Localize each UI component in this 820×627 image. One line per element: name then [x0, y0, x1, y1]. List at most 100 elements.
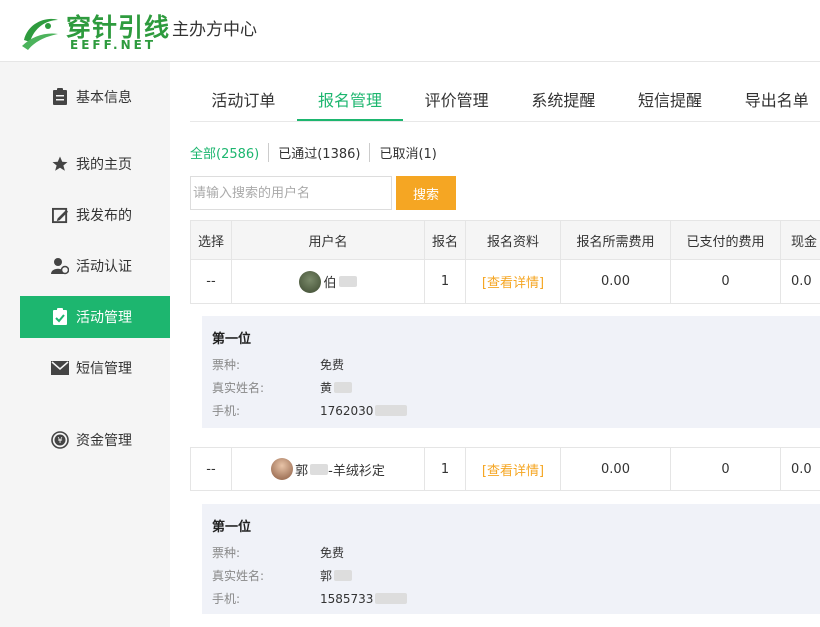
detail-value: 郭 — [320, 569, 333, 583]
star-icon — [50, 154, 70, 174]
redacted-mask — [338, 276, 357, 287]
sidebar-item-label: 活动管理 — [76, 310, 132, 326]
sidebar-item-label: 资金管理 — [76, 433, 132, 449]
column-header-username: 用户名 — [232, 221, 425, 259]
tab-bar: 活动订单 报名管理 评价管理 系统提醒 短信提醒 导出名单 — [190, 82, 820, 122]
table-row: -- 伯 1 [查看详情] 0.00 0 0.0 — [190, 260, 820, 304]
count-cell: 1 — [425, 260, 466, 303]
search-button[interactable]: 搜索 — [396, 176, 456, 210]
username-prefix: 郭 — [295, 463, 309, 479]
detail-ticket: 票种: 免费 — [212, 353, 820, 376]
paid-fee-cell: 0 — [671, 448, 781, 490]
required-fee-cell: 0.00 — [561, 448, 671, 490]
detail-label: 真实姓名: — [212, 381, 265, 395]
detail-value: 1762030 — [320, 403, 374, 418]
detail-title: 第一位 — [212, 332, 252, 347]
user-verify-icon — [50, 256, 70, 276]
tab-registration-manage[interactable]: 报名管理 — [296, 82, 404, 121]
svg-text:¥: ¥ — [57, 436, 62, 445]
clipboard-check-icon — [50, 307, 70, 327]
sidebar-item-label: 基本信息 — [76, 90, 132, 106]
view-details-link[interactable]: [查看详情] — [482, 272, 544, 291]
column-header-paid-fee: 已支付的费用 — [671, 221, 781, 259]
table-row: -- 郭 -羊绒衫定 1 [查看详情] 0.00 0 0.0 — [190, 447, 820, 491]
select-cell[interactable]: -- — [190, 448, 232, 490]
username: 伯 — [323, 276, 337, 291]
paid-fee-cell: 0 — [671, 260, 781, 303]
redacted-mask — [334, 570, 353, 581]
tab-system-reminder[interactable]: 系统提醒 — [510, 82, 617, 121]
sidebar-item-label: 活动认证 — [76, 259, 132, 275]
detail-label: 真实姓名: — [212, 569, 265, 583]
detail-label: 手机: — [212, 404, 241, 418]
registrant-detail: 第一位 票种: 免费 真实姓名: 黄 手机: 1762030 — [202, 316, 820, 428]
search-input[interactable] — [190, 176, 392, 210]
view-details-link[interactable]: [查看详情] — [482, 460, 544, 479]
select-cell[interactable]: -- — [190, 260, 232, 303]
sidebar-item-activity-manage[interactable]: 活动管理 — [20, 296, 178, 338]
sidebar-item-activity-verify[interactable]: 活动认证 — [20, 245, 170, 287]
column-header-required-fee: 报名所需费用 — [561, 221, 671, 259]
main-content: 活动订单 报名管理 评价管理 系统提醒 短信提醒 导出名单 全部(2586) 已… — [170, 62, 820, 627]
header: 穿针引线 EEFF.NET 主办方中心 — [0, 0, 820, 62]
detail-ticket: 票种: 免费 — [212, 541, 820, 564]
count-cell: 1 — [425, 448, 466, 490]
table-header: 选择 用户名 报名 报名资料 报名所需费用 已支付的费用 现金 — [190, 220, 820, 260]
sidebar-item-funds-manage[interactable]: ¥ 资金管理 — [20, 419, 170, 461]
info-cell: [查看详情] — [466, 448, 561, 490]
avatar — [299, 270, 322, 293]
username-cell: 郭 -羊绒衫定 — [232, 448, 425, 490]
detail-phone: 手机: 1585733 — [212, 587, 820, 610]
envelope-icon — [50, 358, 70, 378]
sidebar-item-label: 短信管理 — [76, 361, 132, 377]
tab-export-list[interactable]: 导出名单 — [723, 82, 820, 121]
sidebar-item-sms-manage[interactable]: 短信管理 — [20, 347, 170, 389]
logo-subtext: EEFF.NET — [70, 38, 157, 52]
detail-title: 第一位 — [212, 520, 252, 535]
avatar — [271, 458, 294, 480]
detail-value: 免费 — [320, 358, 345, 372]
column-header-select: 选择 — [190, 221, 232, 259]
edit-icon — [50, 205, 70, 225]
sidebar-item-my-home[interactable]: 我的主页 — [20, 143, 170, 185]
username-suffix: -羊绒衫定 — [328, 463, 385, 479]
sidebar-item-my-published[interactable]: 我发布的 — [20, 194, 170, 236]
logo-icon[interactable] — [18, 10, 62, 54]
filter-approved[interactable]: 已通过(1386) — [278, 143, 371, 162]
tab-activity-orders[interactable]: 活动订单 — [190, 82, 297, 121]
detail-label: 票种: — [212, 358, 241, 372]
sidebar-item-basic-info[interactable]: 基本信息 — [20, 76, 170, 118]
sidebar-item-label: 我的主页 — [76, 157, 132, 173]
redacted-mask — [375, 405, 408, 416]
tab-review-manage[interactable]: 评价管理 — [403, 82, 510, 121]
redacted-mask — [334, 382, 353, 393]
sidebar: 基本信息 我的主页 我发布的 活动认证 活动管理 短信管理 ¥ 资金管理 — [0, 62, 178, 627]
filter-all[interactable]: 全部(2586) — [190, 143, 270, 162]
column-header-info: 报名资料 — [466, 221, 561, 259]
filter-cancelled[interactable]: 已取消(1) — [379, 143, 445, 162]
detail-phone: 手机: 1762030 — [212, 399, 820, 422]
redacted-mask — [375, 593, 408, 604]
column-header-cash: 现金 — [781, 221, 820, 259]
detail-label: 手机: — [212, 592, 241, 606]
required-fee-cell: 0.00 — [561, 260, 671, 303]
cash-cell: 0.0 — [781, 448, 820, 490]
tab-sms-reminder[interactable]: 短信提醒 — [617, 82, 724, 121]
detail-value: 1585733 — [320, 591, 374, 606]
detail-value: 免费 — [320, 546, 345, 560]
detail-real-name: 真实姓名: 黄 — [212, 376, 820, 399]
clipboard-icon — [50, 87, 70, 107]
column-header-count: 报名 — [425, 221, 466, 259]
sidebar-item-label: 我发布的 — [76, 208, 132, 224]
detail-real-name: 真实姓名: 郭 — [212, 564, 820, 587]
username-cell: 伯 — [232, 260, 425, 303]
status-filter: 全部(2586) 已通过(1386) 已取消(1) — [190, 143, 455, 162]
detail-value: 黄 — [320, 381, 333, 395]
registrant-detail: 第一位 票种: 免费 真实姓名: 郭 手机: 1585733 — [202, 504, 820, 614]
detail-label: 票种: — [212, 546, 241, 560]
info-cell: [查看详情] — [466, 260, 561, 303]
redacted-mask — [310, 463, 329, 475]
cash-cell: 0.0 — [781, 260, 820, 303]
money-icon: ¥ — [50, 430, 70, 450]
page-title: 主办方中心 — [172, 20, 257, 40]
